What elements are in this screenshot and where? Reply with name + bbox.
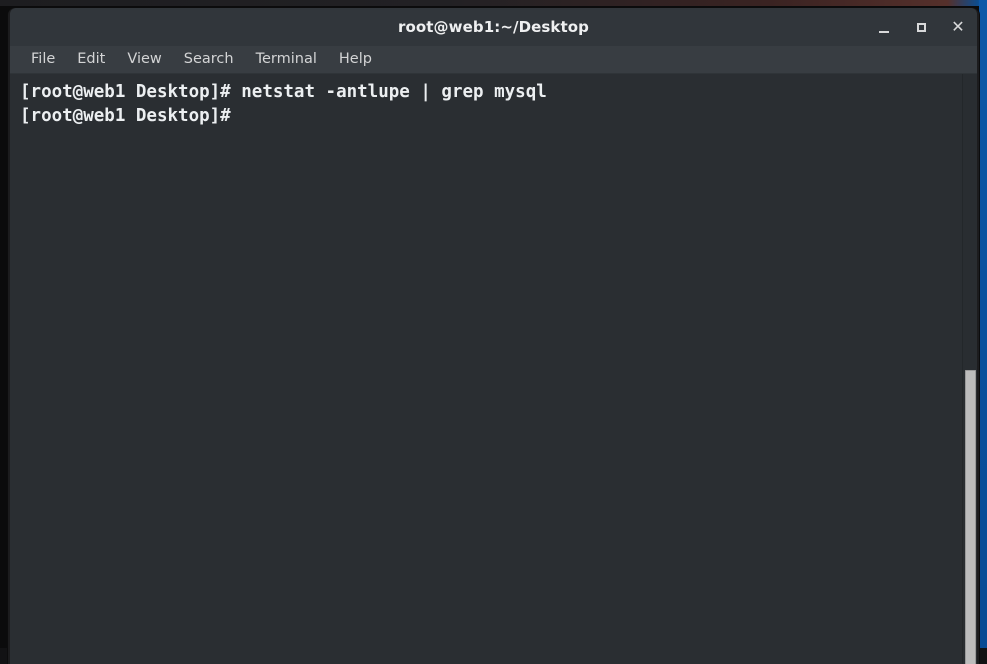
- wallpaper-top-gradient-strip: [0, 0, 987, 6]
- terminal-body[interactable]: [root@web1 Desktop]# netstat -antlupe | …: [10, 74, 977, 664]
- menu-item-help[interactable]: Help: [328, 49, 383, 70]
- menu-item-file[interactable]: File: [20, 49, 66, 70]
- terminal-output-area[interactable]: [root@web1 Desktop]# netstat -antlupe | …: [10, 74, 962, 664]
- menu-bar: File Edit View Search Terminal Help: [10, 46, 977, 74]
- window-controls: ✕: [873, 8, 969, 46]
- terminal-scrollbar-track[interactable]: [962, 74, 977, 664]
- close-button[interactable]: ✕: [947, 16, 969, 38]
- menu-item-search[interactable]: Search: [173, 49, 245, 70]
- menu-item-view[interactable]: View: [116, 49, 172, 70]
- desktop-background: Enterprise Linux root@web1:~/Desktop ✕ F…: [0, 0, 987, 664]
- terminal-scrollbar-thumb[interactable]: [965, 370, 976, 664]
- window-titlebar[interactable]: root@web1:~/Desktop ✕: [10, 8, 977, 46]
- maximize-button[interactable]: [910, 16, 932, 38]
- wallpaper-right-accent-strip: [979, 0, 987, 664]
- terminal-line: [root@web1 Desktop]# netstat -antlupe | …: [20, 82, 547, 102]
- minimize-button[interactable]: [873, 16, 895, 38]
- menu-item-edit[interactable]: Edit: [66, 49, 116, 70]
- terminal-line: [root@web1 Desktop]#: [20, 106, 231, 126]
- menu-item-terminal[interactable]: Terminal: [245, 49, 328, 70]
- terminal-window: root@web1:~/Desktop ✕ File Edit View Sea…: [8, 8, 979, 664]
- window-title: root@web1:~/Desktop: [397, 18, 590, 36]
